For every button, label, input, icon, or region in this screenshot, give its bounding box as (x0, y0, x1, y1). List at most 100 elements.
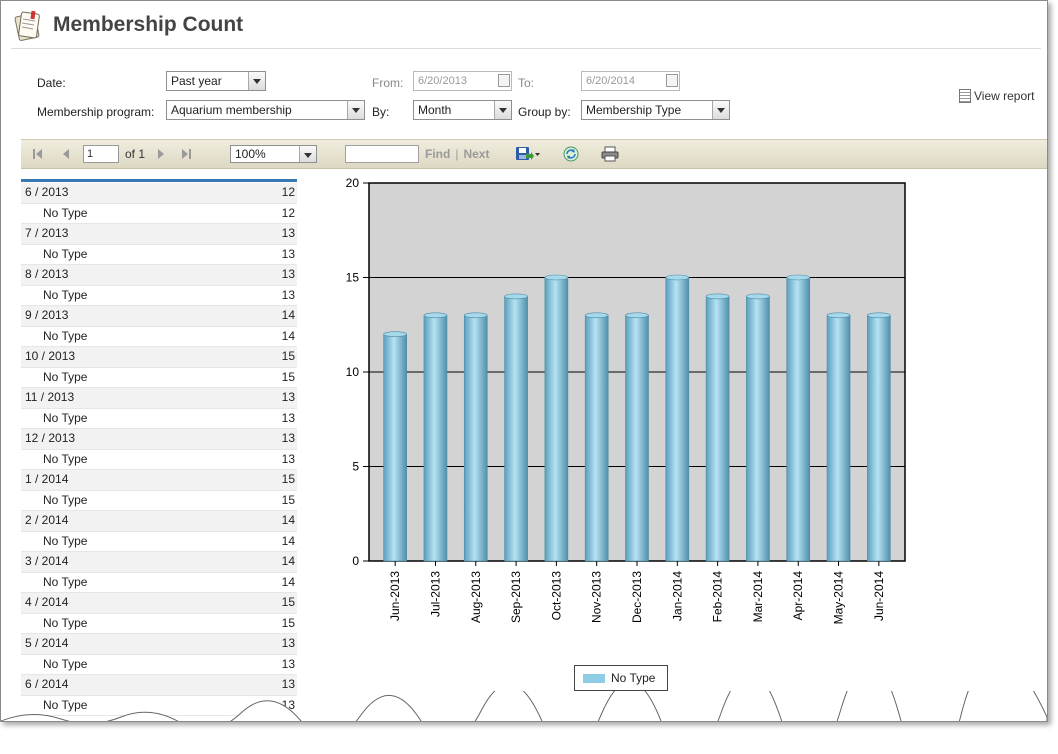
period-label: 3 / 2014 (25, 554, 69, 568)
bar-cap (625, 312, 649, 319)
bar (625, 315, 649, 562)
view-report-link[interactable]: View report (959, 89, 1034, 103)
table-subrow: No Type 13 (21, 286, 297, 306)
bar-cap (867, 312, 891, 319)
bar (746, 296, 770, 562)
find-button[interactable]: Find (425, 147, 450, 161)
period-label: 8 / 2013 (25, 267, 69, 281)
export-button[interactable] (515, 140, 541, 168)
by-select[interactable]: Month (413, 100, 512, 120)
find-next-button[interactable]: Next (463, 147, 489, 161)
page-title: Membership Count (53, 13, 244, 36)
x-tick-label: Jun-2013 (388, 571, 402, 621)
report-viewer-toolbar: 1 of 1 100% Find | Next (21, 139, 1047, 169)
y-tick-label: 10 (346, 365, 360, 379)
period-label: 1 / 2014 (25, 472, 69, 486)
calendar-icon[interactable] (666, 74, 678, 87)
membership-program-select[interactable]: Aquarium membership (166, 100, 365, 120)
chevron-down-icon[interactable] (712, 101, 729, 119)
chevron-down-icon[interactable] (299, 146, 316, 162)
date-select[interactable]: Past year (166, 71, 266, 91)
bar-cap (705, 293, 730, 300)
bar-cap (463, 312, 488, 319)
bar (383, 333, 407, 562)
table-subrow: No Type 13 (21, 450, 297, 470)
table-row: 2 / 2014 14 (21, 511, 297, 532)
chevron-down-icon[interactable] (347, 101, 364, 119)
next-page-button[interactable] (158, 140, 164, 168)
bar-cap (584, 312, 609, 319)
legend-swatch (583, 673, 605, 683)
refresh-icon (563, 146, 579, 162)
zoom-value: 100% (235, 147, 266, 161)
chevron-down-icon[interactable] (248, 72, 265, 90)
type-count: 13 (281, 656, 295, 671)
period-label: 2 / 2014 (25, 513, 69, 527)
bar-cap (544, 274, 569, 281)
refresh-button[interactable] (563, 140, 579, 168)
to-date-field[interactable]: 6/20/2014 (581, 71, 680, 91)
title-bar: Membership Count (11, 7, 243, 43)
find-input[interactable] (345, 140, 419, 168)
printer-icon (601, 146, 619, 162)
table-row: 1 / 2014 15 (21, 470, 297, 491)
print-button[interactable] (601, 140, 619, 168)
bar (867, 315, 891, 562)
find-text-field[interactable] (345, 145, 419, 163)
type-count: 13 (281, 410, 295, 425)
table-row: 12 / 2013 13 (21, 429, 297, 450)
type-count: 12 (281, 205, 295, 220)
zoom-select[interactable]: 100% (230, 140, 317, 168)
membership-bar-chart: 0 5 10 15 20 Jun-2013 Jul-2013 Aug-2013 Sep-2013… (346, 176, 906, 624)
save-export-icon (516, 147, 540, 160)
report-document-icon (959, 89, 971, 103)
type-label: No Type (43, 451, 88, 466)
title-divider (11, 48, 1041, 49)
last-page-button[interactable] (182, 140, 191, 168)
last-page-icon (189, 149, 191, 159)
table-subrow: No Type 14 (21, 327, 297, 347)
period-count: 14 (281, 554, 295, 568)
table-row: 10 / 2013 15 (21, 347, 297, 368)
table-subrow: No Type 14 (21, 573, 297, 593)
bar (826, 315, 851, 562)
x-tick-label: Apr-2014 (791, 571, 805, 621)
group-by-select[interactable]: Membership Type (581, 100, 730, 120)
zoom-select-box[interactable]: 100% (230, 145, 317, 163)
bar (705, 296, 730, 562)
bar-cap (665, 274, 690, 281)
from-label: From: (372, 76, 404, 90)
bar (504, 296, 528, 562)
type-label: No Type (43, 246, 88, 261)
page-number-value[interactable]: 1 (83, 145, 119, 163)
table-subrow: No Type 15 (21, 614, 297, 634)
page-number-input[interactable]: 1 (83, 140, 119, 168)
bar-cap (826, 312, 851, 319)
table-row: 3 / 2014 14 (21, 552, 297, 573)
previous-page-button[interactable] (63, 140, 69, 168)
period-label: 5 / 2014 (25, 636, 69, 650)
membership-count-table: 6 / 2013 12 No Type 12 7 / 2013 13 No Type 13 8 … (21, 179, 297, 716)
x-tick-label: Oct-2013 (549, 571, 563, 621)
type-label: No Type (43, 287, 88, 302)
from-date-field[interactable]: 6/20/2013 (413, 71, 512, 91)
period-count: 13 (281, 267, 295, 281)
chevron-down-icon[interactable] (494, 101, 511, 119)
x-tick-label: Jul-2013 (428, 571, 442, 617)
type-count: 13 (281, 287, 295, 302)
bar-cap (504, 293, 528, 300)
find-separator: | (455, 147, 459, 161)
period-count: 13 (281, 390, 295, 404)
report-book-icon (14, 10, 40, 41)
table-row: 11 / 2013 13 (21, 388, 297, 409)
period-count: 14 (281, 513, 295, 527)
first-page-button[interactable] (33, 140, 42, 168)
last-page-arrow-icon (182, 149, 188, 159)
y-tick-label: 20 (346, 176, 360, 190)
bar (423, 315, 448, 562)
table-row: 4 / 2014 15 (21, 593, 297, 614)
period-count: 15 (281, 595, 295, 609)
calendar-icon[interactable] (498, 74, 510, 87)
period-count: 13 (281, 431, 295, 445)
x-tick-label: Jun-2014 (872, 571, 886, 621)
